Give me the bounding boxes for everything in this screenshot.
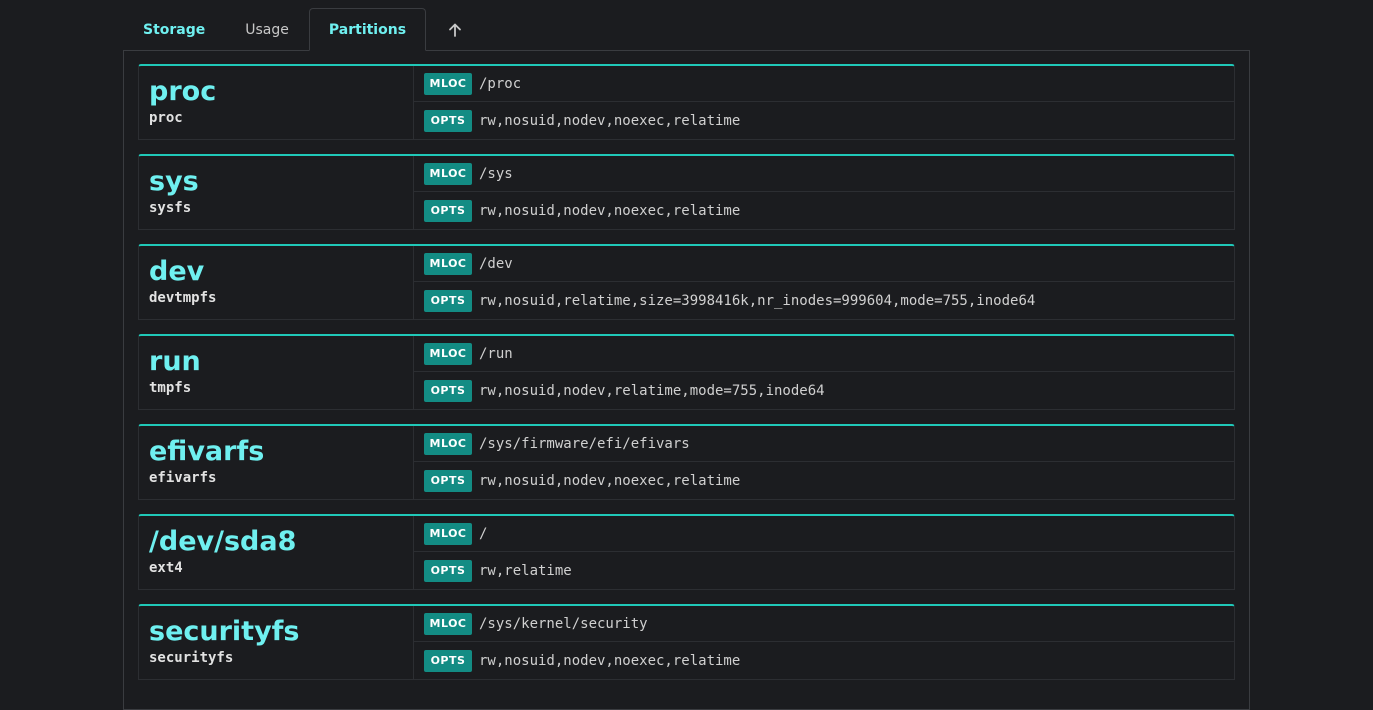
- mount-location: /: [479, 525, 488, 542]
- mount-location: /sys/kernel/security: [479, 615, 648, 632]
- partition-header: run tmpfs: [139, 336, 414, 409]
- partition-name: dev: [149, 256, 205, 287]
- partition-type: ext4: [149, 560, 183, 576]
- opts-row: OPTS rw,nosuid,nodev,noexec,relatime: [414, 462, 1234, 499]
- opts-row: OPTS rw,nosuid,nodev,noexec,relatime: [414, 642, 1234, 679]
- partition-type: sysfs: [149, 200, 192, 216]
- partition-type: devtmpfs: [149, 290, 217, 306]
- opts-badge: OPTS: [424, 199, 472, 222]
- opts-badge: OPTS: [424, 649, 472, 672]
- mloc-row: MLOC /: [414, 516, 1234, 552]
- mloc-badge: MLOC: [424, 432, 472, 455]
- mount-location: /run: [479, 345, 513, 362]
- mloc-badge: MLOC: [424, 342, 472, 365]
- arrow-up-icon: [448, 23, 462, 37]
- tab-usage[interactable]: Usage: [225, 8, 309, 51]
- opts-badge: OPTS: [424, 289, 472, 312]
- partition-type: tmpfs: [149, 380, 192, 396]
- mount-location: /sys: [479, 165, 513, 182]
- opts-row: OPTS rw,nosuid,nodev,noexec,relatime: [414, 102, 1234, 139]
- partition-type: proc: [149, 110, 183, 126]
- partition-details: MLOC /run OPTS rw,nosuid,nodev,relatime,…: [414, 336, 1234, 409]
- mount-location: /dev: [479, 255, 513, 272]
- partition-details: MLOC /dev OPTS rw,nosuid,relatime,size=3…: [414, 246, 1234, 319]
- tab-storage[interactable]: Storage: [123, 8, 225, 51]
- partition-card: /dev/sda8 ext4 MLOC / OPTS rw,relatime: [138, 514, 1235, 590]
- mount-options: rw,nosuid,nodev,relatime,mode=755,inode6…: [479, 382, 825, 399]
- partition-name: /dev/sda8: [149, 526, 297, 557]
- mloc-row: MLOC /dev: [414, 246, 1234, 282]
- mount-options: rw,nosuid,nodev,noexec,relatime: [479, 652, 741, 669]
- partition-header: efivarfs efivarfs: [139, 426, 414, 499]
- mloc-badge: MLOC: [424, 162, 472, 185]
- mloc-row: MLOC /run: [414, 336, 1234, 372]
- mount-options: rw,nosuid,nodev,noexec,relatime: [479, 202, 741, 219]
- mount-location: /proc: [479, 75, 522, 92]
- partition-header: /dev/sda8 ext4: [139, 516, 414, 589]
- partition-card: sys sysfs MLOC /sys OPTS rw,nosuid,nodev…: [138, 154, 1235, 230]
- partition-header: proc proc: [139, 66, 414, 139]
- mloc-row: MLOC /sys/kernel/security: [414, 606, 1234, 642]
- opts-badge: OPTS: [424, 469, 472, 492]
- opts-row: OPTS rw,nosuid,nodev,relatime,mode=755,i…: [414, 372, 1234, 409]
- partition-type: efivarfs: [149, 470, 217, 486]
- opts-row: OPTS rw,relatime: [414, 552, 1234, 589]
- partition-details: MLOC /sys OPTS rw,nosuid,nodev,noexec,re…: [414, 156, 1234, 229]
- mloc-badge: MLOC: [424, 72, 472, 95]
- partition-details: MLOC / OPTS rw,relatime: [414, 516, 1234, 589]
- mloc-row: MLOC /proc: [414, 66, 1234, 102]
- partition-name: proc: [149, 76, 217, 107]
- opts-row: OPTS rw,nosuid,nodev,noexec,relatime: [414, 192, 1234, 229]
- mloc-badge: MLOC: [424, 252, 472, 275]
- partition-card: proc proc MLOC /proc OPTS rw,nosuid,node…: [138, 64, 1235, 140]
- mount-options: rw,nosuid,nodev,noexec,relatime: [479, 112, 741, 129]
- scroll-top-button[interactable]: [426, 8, 484, 51]
- mount-options: rw,nosuid,nodev,noexec,relatime: [479, 472, 741, 489]
- mount-options: rw,relatime: [479, 562, 572, 579]
- partition-header: sys sysfs: [139, 156, 414, 229]
- partition-details: MLOC /sys/kernel/security OPTS rw,nosuid…: [414, 606, 1234, 679]
- opts-row: OPTS rw,nosuid,relatime,size=3998416k,nr…: [414, 282, 1234, 319]
- partition-list: proc proc MLOC /proc OPTS rw,nosuid,node…: [138, 64, 1235, 694]
- mount-options: rw,nosuid,relatime,size=3998416k,nr_inod…: [479, 292, 1036, 309]
- mloc-badge: MLOC: [424, 612, 472, 635]
- mloc-badge: MLOC: [424, 522, 472, 545]
- partition-name: run: [149, 346, 201, 377]
- partition-details: MLOC /sys/firmware/efi/efivars OPTS rw,n…: [414, 426, 1234, 499]
- partition-type: securityfs: [149, 650, 234, 666]
- opts-badge: OPTS: [424, 109, 472, 132]
- mount-location: /sys/firmware/efi/efivars: [479, 435, 690, 452]
- partition-card: securityfs securityfs MLOC /sys/kernel/s…: [138, 604, 1235, 680]
- opts-badge: OPTS: [424, 379, 472, 402]
- partition-header: securityfs securityfs: [139, 606, 414, 679]
- mloc-row: MLOC /sys/firmware/efi/efivars: [414, 426, 1234, 462]
- tab-partitions[interactable]: Partitions: [308, 8, 427, 51]
- opts-badge: OPTS: [424, 559, 472, 582]
- partition-card: efivarfs efivarfs MLOC /sys/firmware/efi…: [138, 424, 1235, 500]
- partition-name: securityfs: [149, 616, 300, 647]
- partition-card: run tmpfs MLOC /run OPTS rw,nosuid,nodev…: [138, 334, 1235, 410]
- partition-name: sys: [149, 166, 199, 197]
- partition-details: MLOC /proc OPTS rw,nosuid,nodev,noexec,r…: [414, 66, 1234, 139]
- partition-header: dev devtmpfs: [139, 246, 414, 319]
- partition-card: dev devtmpfs MLOC /dev OPTS rw,nosuid,re…: [138, 244, 1235, 320]
- partition-name: efivarfs: [149, 436, 265, 467]
- tab-bar: Storage Usage Partitions: [123, 8, 484, 51]
- mloc-row: MLOC /sys: [414, 156, 1234, 192]
